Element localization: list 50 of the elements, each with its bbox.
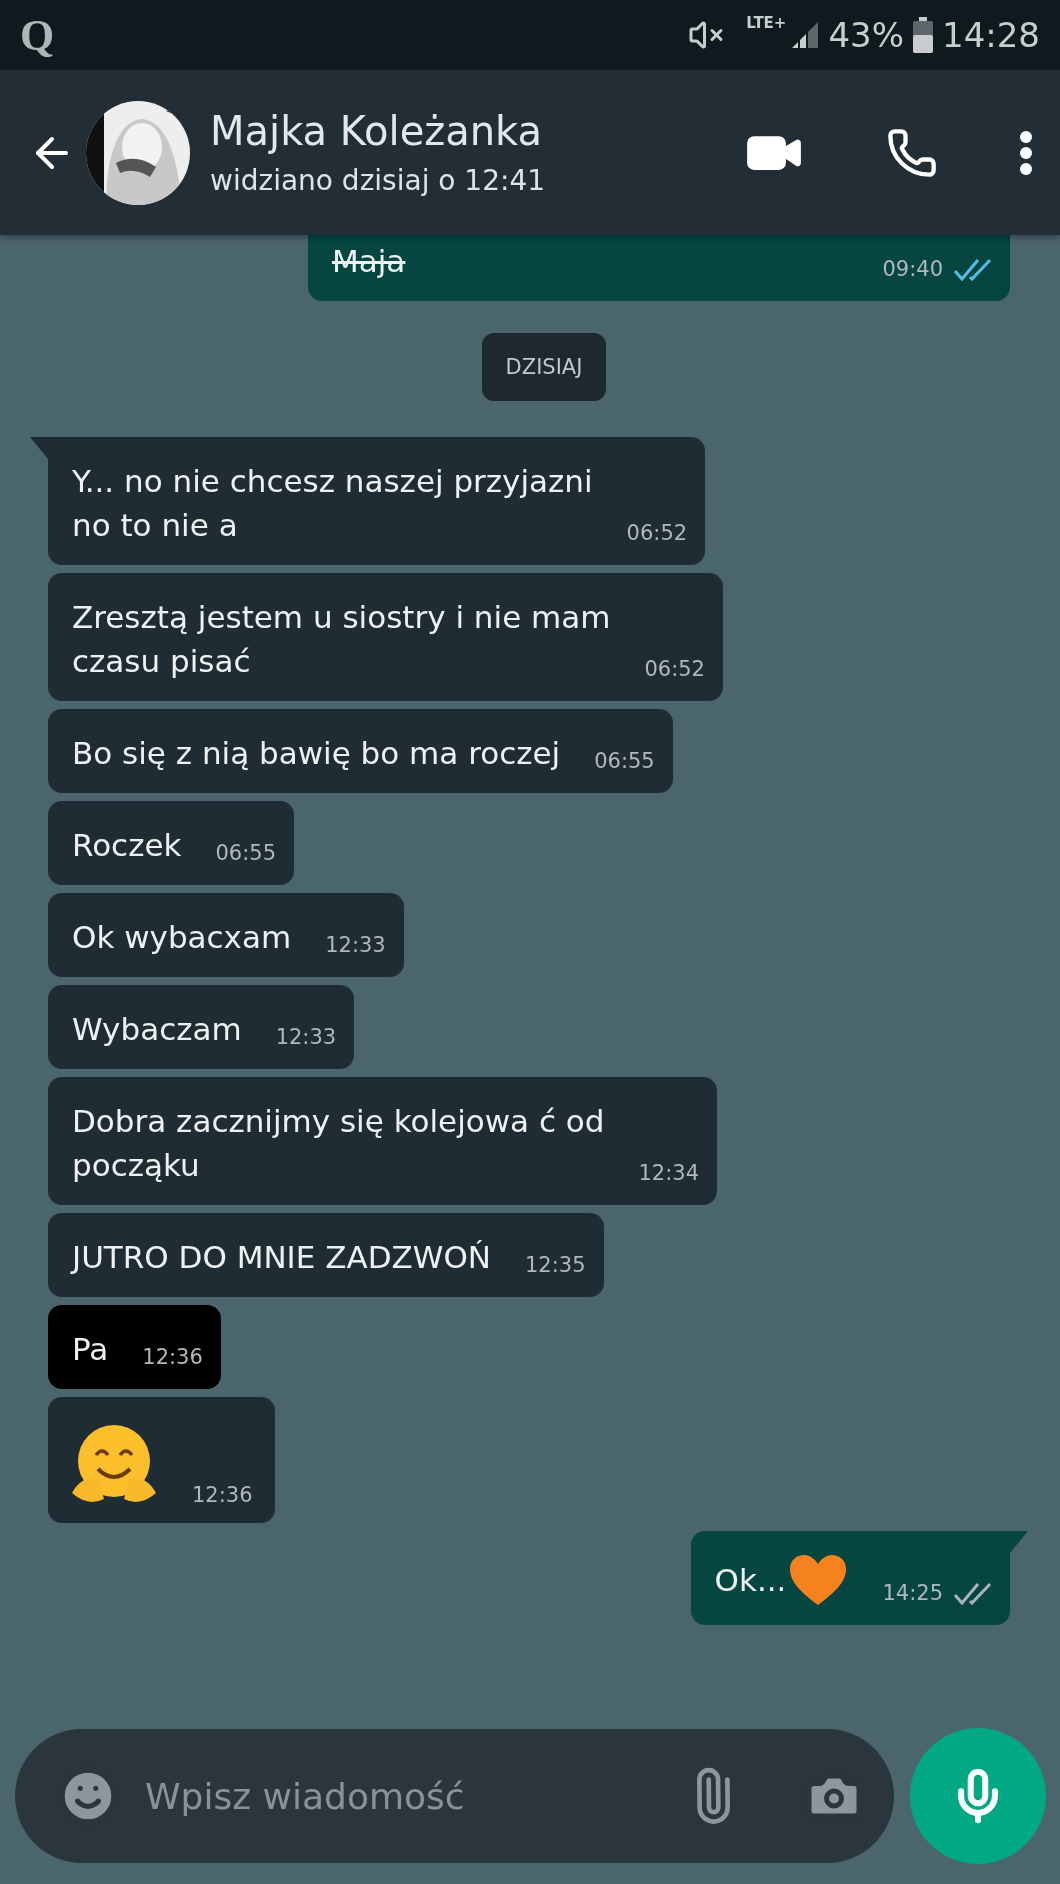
phone-icon: [886, 126, 938, 179]
message-time: 06:52: [644, 657, 705, 681]
message-text: Dobra zacznijmy się kolejowa ć od począku: [72, 1102, 605, 1185]
message-bubble[interactable]: Y... no nie chcesz naszej przyjazni no to nie a 06:52: [48, 437, 706, 565]
message-input[interactable]: Wpisz wiadomość: [143, 1774, 660, 1818]
message-text: Roczek: [72, 826, 182, 865]
bubble-tail: [30, 437, 48, 459]
message-bubble[interactable]: Ok... 14:25: [690, 1531, 1010, 1625]
message-bubble[interactable]: Pa 12:36: [48, 1305, 221, 1389]
message-bubble[interactable]: Wybaczam 12:33: [48, 985, 355, 1069]
message-text: Maja: [332, 242, 406, 281]
contact-name[interactable]: Majka Koleżanka: [210, 108, 546, 154]
message-bubble[interactable]: Zresztą jestem u siostry i nie mam czasu pisać 06:52: [48, 573, 723, 701]
signal-icon: [790, 20, 821, 50]
heart-icon: [788, 1553, 849, 1607]
last-seen: widziano dzisiaj o 12:41: [210, 164, 546, 197]
more-icon: [1020, 130, 1032, 175]
message-time: 09:40: [882, 257, 943, 281]
message-bubble[interactable]: Dobra zacznijmy się kolejowa ć od począku 12:34: [48, 1077, 717, 1205]
date-chip: DZISIAJ: [481, 333, 607, 401]
message-bubble[interactable]: 12:36: [48, 1397, 275, 1523]
message-bubble[interactable]: Ok wybacxam 12:33: [48, 893, 404, 977]
message-text: Ok...: [714, 1561, 787, 1600]
message-bubble[interactable]: Maja 09:40: [308, 235, 1010, 301]
message-text: JUTRO DO MNIE ZADZWOŃ: [72, 1238, 491, 1277]
message-time: 06:55: [594, 749, 655, 773]
message-text: Bo się z nią bawię bo ma roczej: [72, 734, 561, 773]
message-time: 12:36: [192, 1483, 253, 1507]
battery-percent: 43%: [828, 15, 904, 55]
message-text: Ok wybacxam: [72, 918, 292, 957]
message-bubble[interactable]: Roczek 06:55: [48, 801, 294, 885]
clock: 14:28: [942, 15, 1040, 55]
message-time: 12:36: [142, 1345, 203, 1369]
message-bubble[interactable]: JUTRO DO MNIE ZADZWOŃ 12:35: [48, 1213, 604, 1297]
message-time: 12:33: [275, 1025, 337, 1049]
message-time: 12:35: [525, 1253, 586, 1277]
bubble-tail: [1010, 1531, 1028, 1553]
message-time: 12:34: [638, 1161, 699, 1185]
message-time: 06:55: [215, 841, 276, 865]
message-time: 14:25: [882, 1581, 943, 1605]
message-text: Zresztą jestem u siostry i nie mam czasu pisać: [72, 598, 611, 681]
battery-icon: [912, 17, 934, 53]
app-logo: Q: [20, 9, 55, 61]
message-text: Y... no nie chcesz naszej przyjazni no to nie a: [72, 462, 593, 545]
message-bubble[interactable]: Bo się z nią bawię bo ma roczej 06:55: [48, 709, 673, 793]
network-type: LTE+: [746, 14, 787, 32]
message-text: Pa: [72, 1330, 109, 1369]
message-time: 12:33: [325, 933, 386, 957]
message-text: Wybaczam: [72, 1010, 242, 1049]
message-time: 06:52: [626, 521, 688, 545]
